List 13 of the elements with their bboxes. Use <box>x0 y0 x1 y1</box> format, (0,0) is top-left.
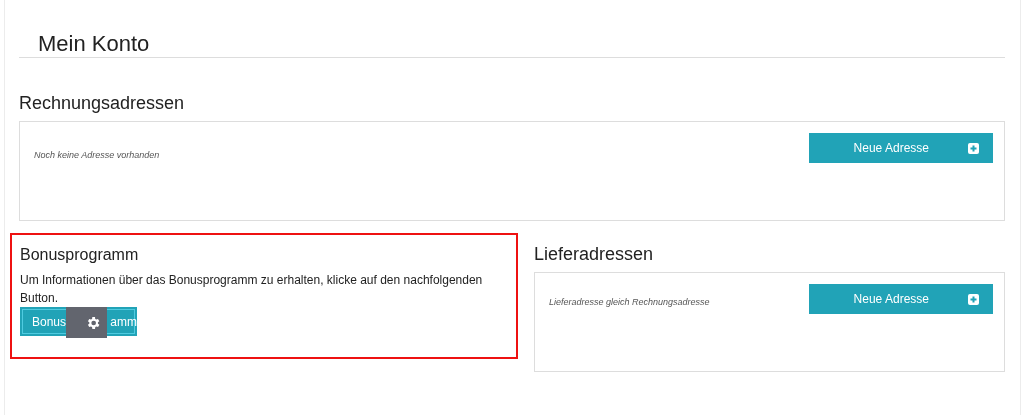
section-title: Rechnungsadressen <box>19 92 186 114</box>
settings-icon[interactable] <box>66 307 108 338</box>
plus-icon <box>968 142 979 154</box>
plus-icon <box>968 293 979 305</box>
bonus-description: Um Informationen über das Bonusprogramm zu erhalten, klicke auf den nachfolgenden Button. <box>20 272 484 307</box>
empty-note: Noch keine Adresse vorhanden <box>34 150 160 160</box>
bonus-button[interactable]: Bonus amm <box>20 307 137 336</box>
section-title: Lieferadressen <box>534 243 655 265</box>
section-title: Bonusprogramm <box>20 245 140 265</box>
page-title: Mein Konto <box>37 30 151 56</box>
shipping-note: Lieferadresse gleich Rechnungsadresse <box>549 297 710 307</box>
new-address-button[interactable]: Neue Adresse <box>809 133 993 163</box>
new-address-button[interactable]: Neue Adresse <box>809 284 993 314</box>
